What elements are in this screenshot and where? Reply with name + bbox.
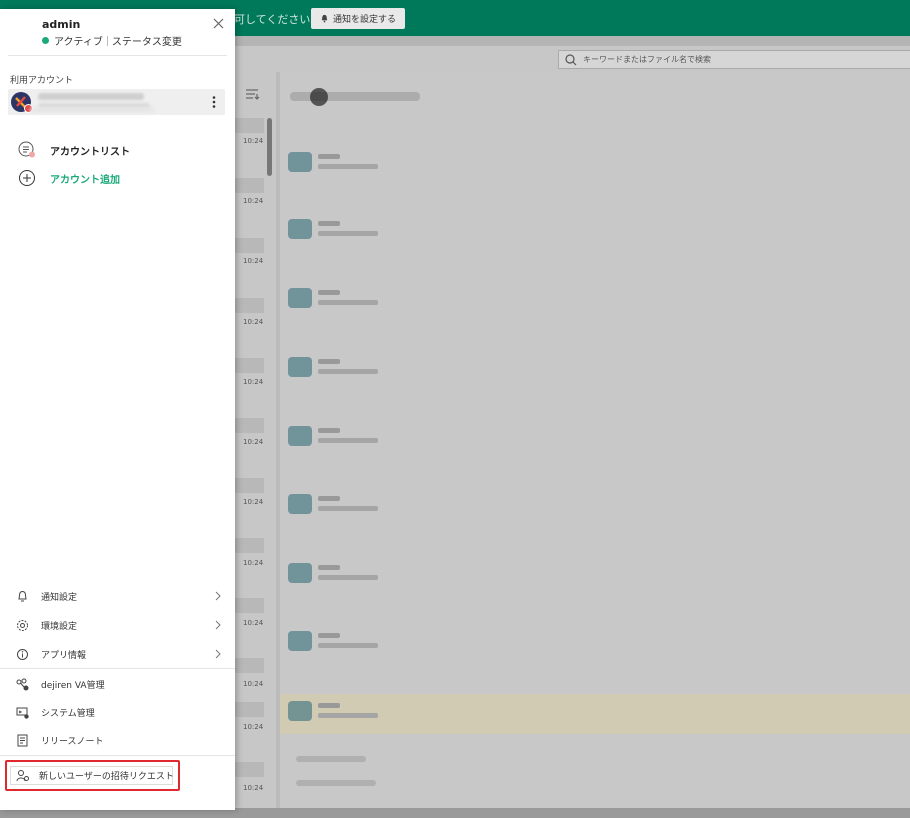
list-item[interactable] xyxy=(234,598,264,613)
chevron-right-icon xyxy=(215,620,221,630)
system-management-item[interactable]: システム管理 xyxy=(16,703,223,721)
notification-banner-text: 可してください。 xyxy=(234,13,322,26)
sort-icon[interactable] xyxy=(246,88,260,100)
search-icon xyxy=(565,53,577,65)
system-management-label: システム管理 xyxy=(41,708,95,719)
user-name: admin xyxy=(42,18,81,31)
list-item[interactable] xyxy=(234,538,264,553)
chevron-right-icon xyxy=(215,591,221,601)
message-item xyxy=(288,284,408,314)
divider xyxy=(0,668,235,669)
message-item xyxy=(288,559,408,589)
system-manage-icon xyxy=(16,706,29,719)
close-icon[interactable] xyxy=(212,17,225,30)
list-item[interactable] xyxy=(234,178,264,193)
list-item[interactable] xyxy=(234,238,264,253)
plus-circle-icon xyxy=(18,169,36,187)
search-input[interactable]: キーワードまたはファイル名で検索 xyxy=(558,50,910,69)
set-notification-button[interactable]: 通知を設定する xyxy=(311,8,405,29)
list-item[interactable] xyxy=(234,418,264,433)
account-name-redacted xyxy=(38,93,144,100)
va-management-label: dejiren VA管理 xyxy=(41,680,105,691)
divider xyxy=(0,755,235,756)
list-item-time: 10:24 xyxy=(243,137,264,145)
message-item xyxy=(288,490,408,520)
user-status: アクティブ ステータス変更 xyxy=(42,33,182,48)
release-note-icon xyxy=(16,734,29,747)
message-item xyxy=(288,148,408,178)
list-item[interactable] xyxy=(234,478,264,493)
account-list-label: アカウントリスト xyxy=(50,146,130,158)
message-item xyxy=(288,697,408,727)
bell-icon xyxy=(16,590,29,603)
list-item-time: 10:24 xyxy=(243,784,264,792)
app-info-label: アプリ情報 xyxy=(41,650,87,661)
user-invite-icon xyxy=(16,769,29,782)
va-manage-icon xyxy=(16,678,29,691)
list-item-time: 10:24 xyxy=(243,197,264,205)
list-item-time: 10:24 xyxy=(243,723,264,731)
environment-settings-label: 環境設定 xyxy=(41,621,78,632)
invite-request-highlight: 新しいユーザーの招待リクエスト xyxy=(5,760,180,791)
list-item-time: 10:24 xyxy=(243,559,264,567)
bell-icon xyxy=(321,14,328,23)
account-list-icon xyxy=(18,141,36,159)
more-options-icon[interactable] xyxy=(207,95,221,109)
add-account-label: アカウント追加 xyxy=(50,174,120,186)
accounts-section-label: 利用アカウント xyxy=(10,76,74,86)
list-item-time: 10:24 xyxy=(243,257,264,265)
release-notes-item[interactable]: リリースノート xyxy=(16,731,223,749)
message-item xyxy=(288,422,408,452)
environment-settings-item[interactable]: 環境設定 xyxy=(16,616,223,634)
gear-icon xyxy=(16,619,29,632)
notification-settings-item[interactable]: 通知設定 xyxy=(16,587,223,605)
account-subtext-redacted xyxy=(30,107,154,113)
invite-request-button[interactable]: 新しいユーザーの招待リクエスト xyxy=(10,766,174,785)
list-item[interactable] xyxy=(234,658,264,673)
list-item-time: 10:24 xyxy=(243,498,264,506)
list-item[interactable] xyxy=(234,118,264,133)
list-scrollbar[interactable] xyxy=(267,118,272,176)
status-change-link[interactable]: ステータス変更 xyxy=(112,33,182,48)
message-item xyxy=(288,627,408,657)
list-item[interactable] xyxy=(234,702,264,717)
list-item-time: 10:24 xyxy=(243,619,264,627)
app-info-item[interactable]: アプリ情報 xyxy=(16,645,223,663)
chat-header xyxy=(290,88,430,108)
message-item xyxy=(288,215,408,245)
status-label: アクティブ xyxy=(54,37,103,48)
account-drawer: admin アクティブ ステータス変更 利用アカウント アカウントリスト アカウ… xyxy=(0,9,235,810)
list-item-time: 10:24 xyxy=(243,680,264,688)
list-item-time: 10:24 xyxy=(243,438,264,446)
divider xyxy=(8,55,227,56)
list-item-time: 10:24 xyxy=(243,318,264,326)
list-item[interactable] xyxy=(234,298,264,313)
list-item[interactable] xyxy=(234,762,264,777)
set-notification-button-label: 通知を設定する xyxy=(332,15,396,25)
release-notes-label: リリースノート xyxy=(41,736,104,747)
message-item xyxy=(288,353,408,383)
status-dot xyxy=(42,37,49,44)
search-placeholder: キーワードまたはファイル名で検索 xyxy=(583,55,711,64)
notification-settings-label: 通知設定 xyxy=(41,592,78,603)
invite-request-label: 新しいユーザーの招待リクエスト xyxy=(39,772,174,782)
add-account-button[interactable]: アカウント追加 xyxy=(18,168,120,188)
va-management-item[interactable]: dejiren VA管理 xyxy=(16,675,223,693)
account-list-item[interactable]: アカウントリスト xyxy=(18,140,130,160)
list-item-time: 10:24 xyxy=(243,378,264,386)
message-composer[interactable] xyxy=(290,750,910,800)
chevron-right-icon xyxy=(215,649,221,659)
list-item[interactable] xyxy=(234,358,264,373)
status-separator xyxy=(106,35,108,46)
info-icon xyxy=(16,648,29,661)
